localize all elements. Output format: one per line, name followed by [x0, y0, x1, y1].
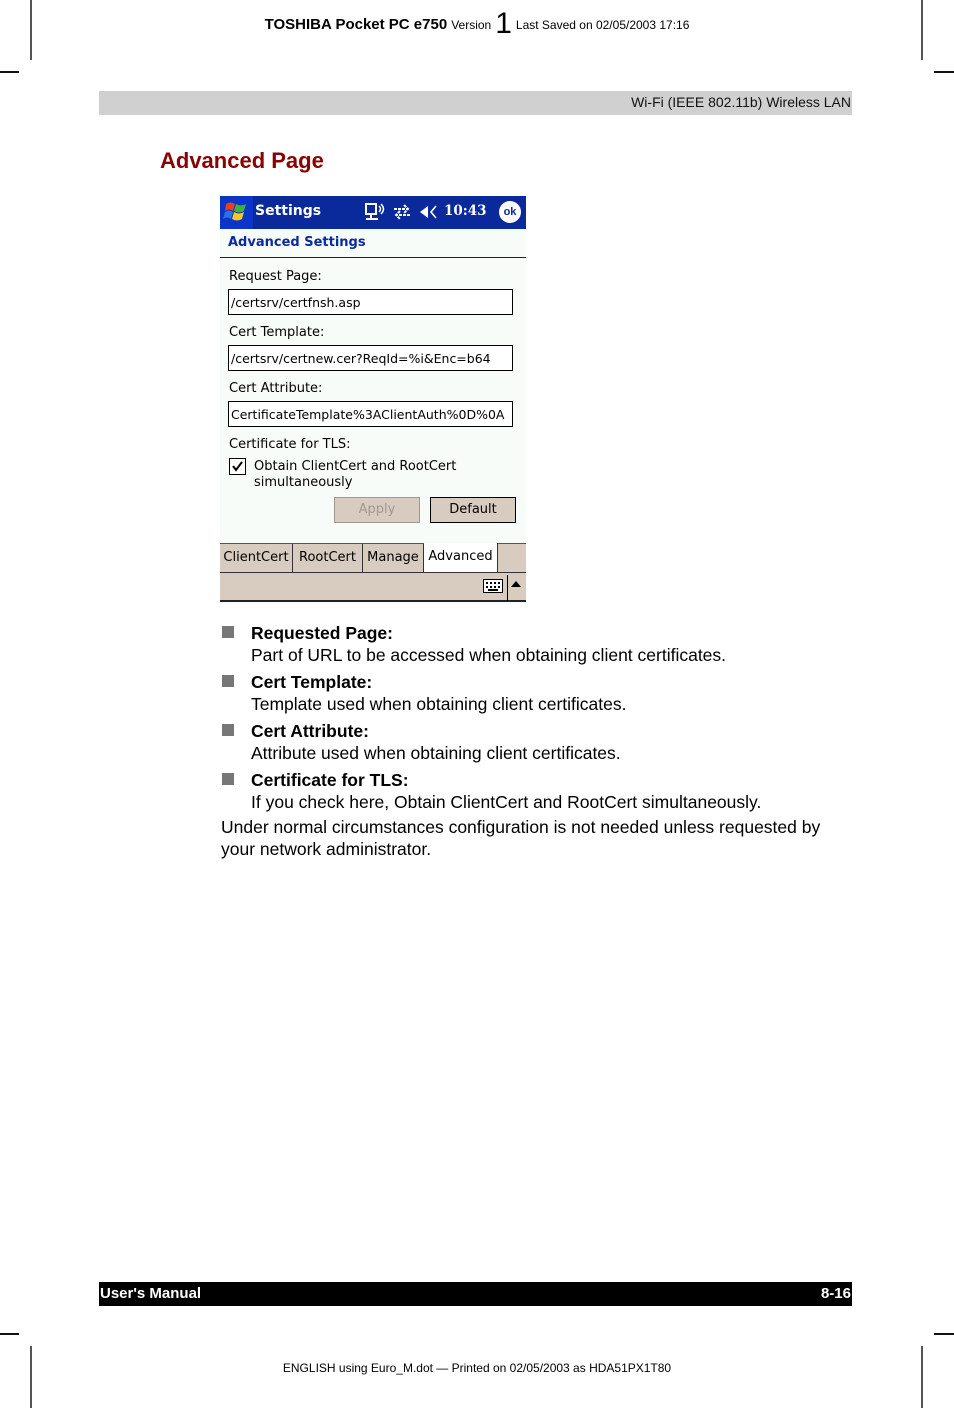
document-header: TOSHIBA Pocket PC e750 Version 1 Last Saved… — [0, 9, 954, 39]
cert-template-label: Cert Template: — [229, 325, 325, 340]
request-page-label: Request Page: — [229, 269, 322, 284]
crop-mark — [0, 71, 19, 73]
bullet-term: Cert Template: — [251, 672, 373, 692]
bullet-description: Part of URL to be accessed when obtainin… — [251, 645, 727, 665]
crop-mark — [921, 1346, 923, 1408]
section-title: Wi-Fi (IEEE 802.11b) Wireless LAN — [631, 94, 851, 110]
tab-rootcert[interactable]: RootCert — [293, 544, 363, 572]
heading-divider — [220, 257, 526, 258]
print-info: ENGLISH using Euro_M.dot — Printed on 02… — [282, 1361, 672, 1375]
checkmark-icon — [232, 461, 243, 472]
section-bar: Wi-Fi (IEEE 802.11b) Wireless LAN — [99, 91, 852, 115]
network-icon[interactable] — [365, 203, 387, 222]
connectivity-arrows-icon[interactable] — [392, 204, 412, 220]
app-title: Settings — [255, 203, 322, 219]
last-saved: Last Saved on 02/05/2003 17:16 — [515, 18, 690, 32]
apply-button[interactable]: Apply — [334, 497, 420, 523]
tab-strip: ClientCert RootCert Manage Advanced — [220, 543, 526, 572]
windows-start-icon — [223, 202, 246, 221]
version-label: Version — [451, 18, 492, 32]
crop-mark — [934, 71, 954, 73]
bullet-square-icon — [222, 773, 234, 785]
sip-up-arrow-icon[interactable] — [511, 581, 521, 587]
crop-mark — [0, 1333, 19, 1335]
tab-clientcert[interactable]: ClientCert — [220, 544, 293, 572]
product-name: TOSHIBA Pocket PC e750 — [264, 16, 448, 33]
bullet-description: If you check here, Obtain ClientCert and… — [251, 792, 762, 812]
tab-advanced[interactable]: Advanced — [424, 543, 498, 572]
cert-template-input[interactable] — [228, 345, 513, 371]
bullet-term: Cert Attribute: — [251, 721, 369, 741]
start-button[interactable] — [220, 196, 253, 229]
request-page-input[interactable] — [228, 289, 513, 315]
bullet-square-icon — [222, 675, 234, 687]
tls-checkbox[interactable] — [229, 458, 246, 475]
device-screenshot: Settings 10:43 ok Advanced Settings Requ… — [220, 196, 526, 604]
keyboard-icon[interactable] — [483, 579, 503, 593]
bullet-description: Attribute used when obtaining client cer… — [251, 743, 621, 763]
advanced-settings-heading: Advanced Settings — [228, 235, 366, 250]
list-item: Cert Attribute: Attribute used when obta… — [221, 720, 841, 764]
page-title: Advanced Page — [160, 148, 324, 173]
bullet-term: Requested Page: — [251, 623, 393, 643]
volume-icon[interactable] — [419, 204, 441, 220]
version-number: 1 — [495, 7, 512, 40]
list-item: Certificate for TLS: If you check here, … — [221, 769, 841, 813]
footer-bar: User's Manual 8-16 — [99, 1282, 852, 1306]
cert-attribute-label: Cert Attribute: — [229, 381, 323, 396]
crop-mark — [934, 1333, 954, 1335]
manual-label: User's Manual — [100, 1285, 202, 1302]
device-titlebar: Settings 10:43 ok — [220, 196, 526, 229]
ok-button[interactable]: ok — [499, 201, 521, 223]
field-descriptions: Requested Page: Part of URL to be access… — [221, 622, 841, 818]
page-number: 8-16 — [820, 1285, 851, 1302]
menu-bar — [220, 572, 526, 602]
bullet-description: Template used when obtaining client cert… — [251, 694, 627, 714]
clock[interactable]: 10:43 — [444, 203, 487, 219]
default-button[interactable]: Default — [430, 497, 516, 523]
list-item: Cert Template: Template used when obtain… — [221, 671, 841, 715]
cert-attribute-input[interactable] — [228, 401, 513, 427]
sip-separator — [507, 575, 508, 601]
bullet-term: Certificate for TLS: — [251, 770, 409, 790]
note-paragraph: Under normal circumstances configuration… — [221, 817, 821, 859]
tls-checkbox-label[interactable]: Obtain ClientCert and RootCert simultane… — [254, 459, 484, 491]
bullet-square-icon — [222, 724, 234, 736]
list-item: Requested Page: Part of URL to be access… — [221, 622, 841, 666]
tls-label: Certificate for TLS: — [229, 437, 351, 452]
tab-manage[interactable]: Manage — [363, 544, 424, 572]
bullet-square-icon — [222, 626, 234, 638]
crop-mark — [30, 1346, 32, 1408]
